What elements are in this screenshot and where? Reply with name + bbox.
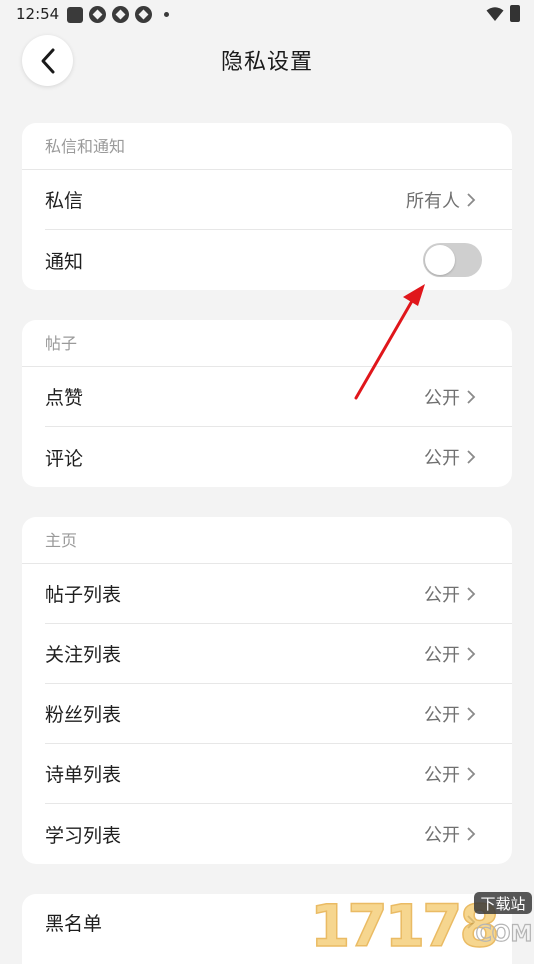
private-message-row[interactable]: 私信 所有人 bbox=[45, 170, 512, 230]
row-label: 私信 bbox=[45, 190, 84, 212]
chevron-right-icon bbox=[467, 646, 476, 661]
notification-app-icon bbox=[89, 6, 106, 23]
row-label: 帖子列表 bbox=[45, 584, 122, 606]
chevron-right-icon bbox=[467, 586, 476, 601]
post-list-row[interactable]: 帖子列表 公开 bbox=[45, 564, 512, 624]
notification-app-icon bbox=[135, 6, 152, 23]
following-list-row[interactable]: 关注列表 公开 bbox=[45, 624, 512, 684]
poem-list-row[interactable]: 诗单列表 公开 bbox=[45, 744, 512, 804]
svg-text:COM: COM bbox=[476, 922, 533, 947]
page-title: 隐私设置 bbox=[220, 50, 313, 75]
study-list-row[interactable]: 学习列表 公开 bbox=[45, 804, 512, 864]
likes-row[interactable]: 点赞 公开 bbox=[45, 367, 512, 427]
toggle-knob bbox=[425, 245, 455, 275]
wifi-icon bbox=[486, 6, 504, 21]
row-label: 诗单列表 bbox=[45, 764, 122, 786]
row-label: 粉丝列表 bbox=[45, 704, 122, 726]
chevron-right-icon bbox=[467, 766, 476, 781]
notification-square-icon bbox=[67, 6, 83, 23]
status-notification-icons bbox=[67, 6, 169, 23]
row-value: 公开 bbox=[424, 387, 460, 409]
row-value: 所有人 bbox=[406, 190, 460, 212]
chevron-right-icon bbox=[467, 389, 476, 404]
row-value: 公开 bbox=[424, 644, 460, 666]
row-label: 学习列表 bbox=[45, 824, 122, 847]
battery-icon bbox=[510, 5, 520, 22]
svg-text:下载站: 下载站 bbox=[480, 895, 525, 913]
row-label: 通知 bbox=[45, 250, 84, 273]
more-notifications-dot-icon bbox=[164, 12, 169, 17]
status-time: 12:54 bbox=[16, 5, 60, 23]
row-label: 点赞 bbox=[45, 387, 84, 409]
notification-app-icon bbox=[112, 6, 129, 23]
notification-toggle[interactable] bbox=[423, 243, 482, 277]
chevron-right-icon bbox=[467, 706, 476, 721]
status-system-icons bbox=[486, 5, 520, 22]
row-label: 关注列表 bbox=[45, 644, 122, 666]
chevron-right-icon bbox=[467, 450, 476, 464]
comments-row[interactable]: 评论 公开 bbox=[45, 427, 512, 487]
chevron-right-icon bbox=[467, 827, 476, 841]
row-value: 公开 bbox=[424, 704, 460, 726]
posts-card: 帖子 点赞 公开 评论 公开 bbox=[22, 320, 512, 487]
section-title-homepage: 主页 bbox=[22, 517, 512, 564]
watermark-logo: 17178 下载站 COM bbox=[308, 886, 534, 961]
section-title-posts: 帖子 bbox=[22, 320, 512, 367]
homepage-card: 主页 帖子列表 公开 关注列表 公开 粉丝列表 公开 诗单列表 公开 学习列表 … bbox=[22, 517, 512, 864]
row-label: 黑名单 bbox=[45, 912, 103, 935]
row-label: 评论 bbox=[45, 447, 84, 470]
svg-text:17178: 17178 bbox=[310, 892, 497, 950]
messages-notifications-card: 私信和通知 私信 所有人 通知 bbox=[22, 123, 512, 290]
row-value: 公开 bbox=[424, 764, 460, 786]
row-value: 公开 bbox=[424, 584, 460, 606]
chevron-right-icon bbox=[467, 192, 476, 207]
row-value: 公开 bbox=[424, 825, 460, 846]
row-value: 公开 bbox=[424, 448, 460, 469]
notification-row: 通知 bbox=[45, 230, 512, 290]
section-title-messages: 私信和通知 bbox=[22, 123, 512, 170]
status-bar: 12:54 bbox=[0, 0, 534, 30]
followers-list-row[interactable]: 粉丝列表 公开 bbox=[45, 684, 512, 744]
